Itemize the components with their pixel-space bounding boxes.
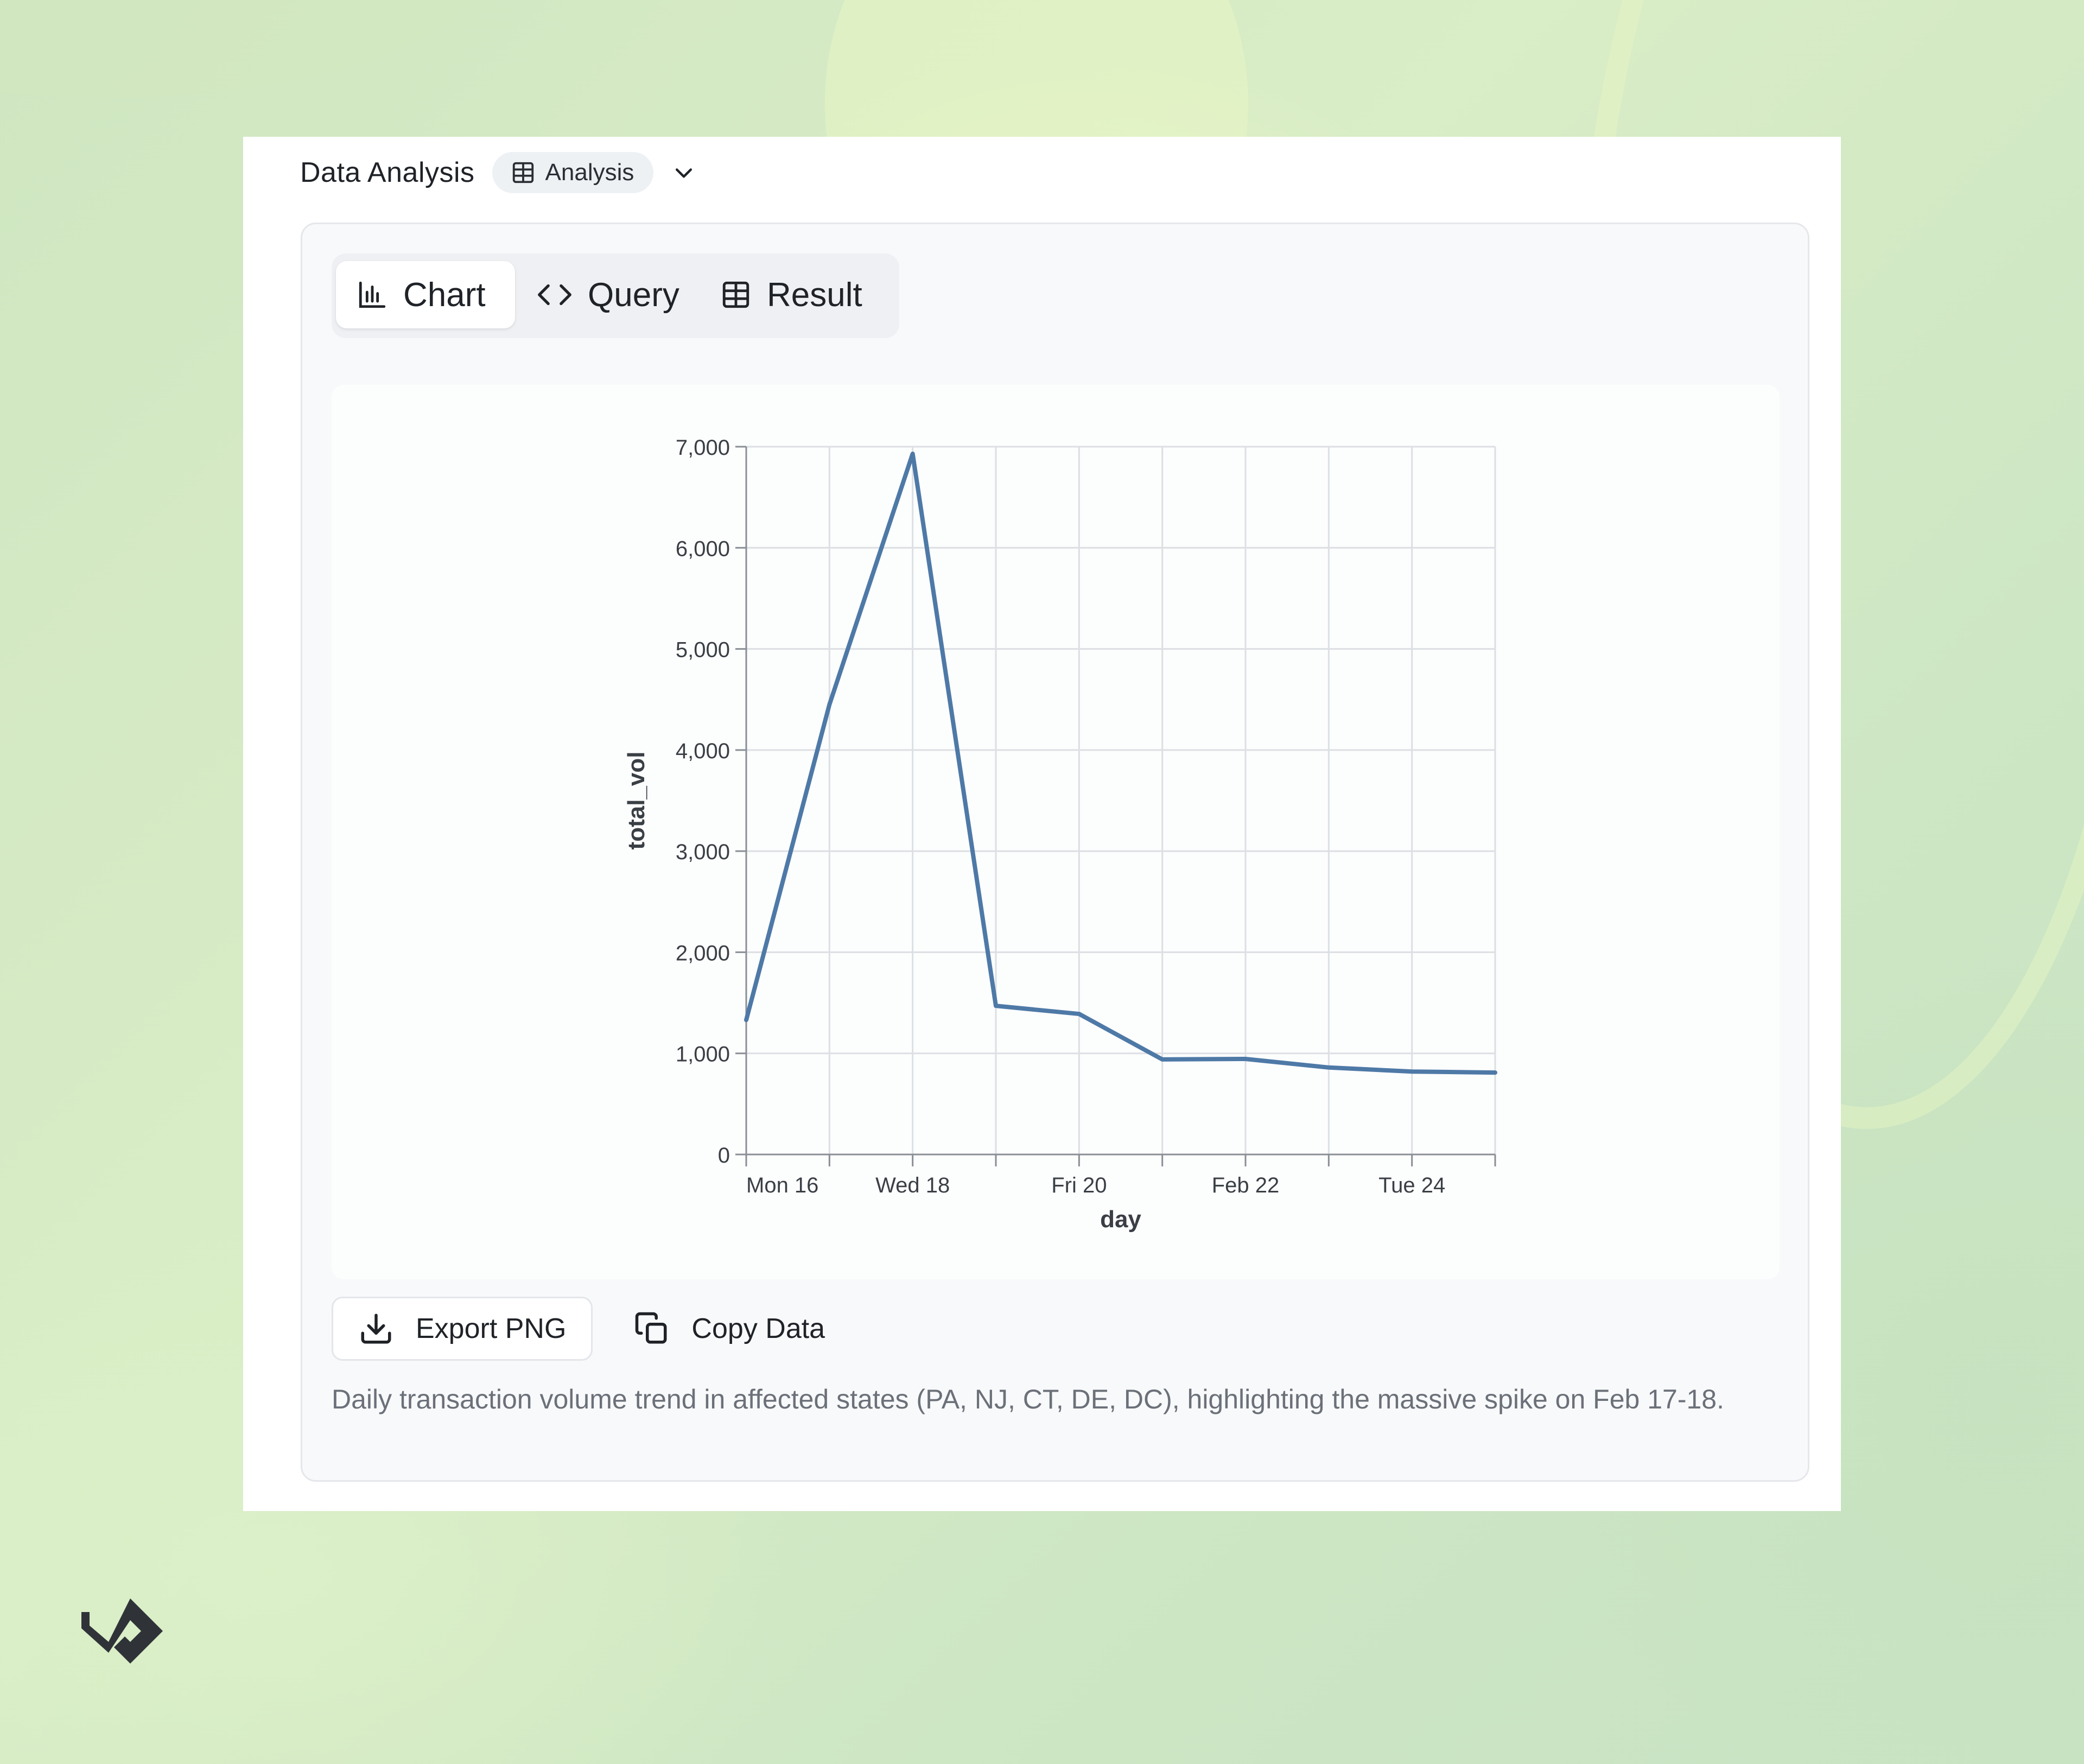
x-tick-label: Feb 22 [1212, 1173, 1280, 1197]
chart-panel: 0 1,000 2,000 3,000 4,000 5,000 6,000 7,000 Mon … [332, 385, 1780, 1279]
export-png-label: Export PNG [416, 1313, 567, 1344]
brand-logo [76, 1596, 174, 1669]
x-tick-label: Wed 18 [875, 1173, 950, 1197]
tab-result-label: Result [767, 276, 862, 314]
analysis-badge-label: Analysis [545, 159, 634, 186]
table-icon [722, 281, 749, 308]
view-tabs: Chart Query Result [332, 253, 899, 338]
y-tick-label: 0 [718, 1144, 730, 1167]
x-axis-title: day [1100, 1206, 1141, 1233]
y-tick-label: 3,000 [676, 840, 730, 864]
y-tick-label: 6,000 [676, 537, 730, 561]
tab-chart[interactable]: Chart [336, 261, 515, 328]
header: Data Analysis Analysis [300, 152, 696, 193]
logo-icon [81, 1598, 163, 1664]
chart-caption: Daily transaction volume trend in affect… [332, 1384, 1724, 1414]
analysis-badge[interactable]: Analysis [492, 152, 654, 193]
y-axis-title: total_vol [623, 752, 650, 850]
bar-chart-icon [359, 281, 386, 308]
tab-query[interactable]: Query [537, 261, 679, 328]
analysis-window: Data Analysis Analysis Chart Query Resul… [243, 137, 1841, 1511]
x-tick-label: Tue 24 [1378, 1173, 1445, 1197]
table-icon [512, 162, 533, 183]
tab-query-label: Query [588, 276, 679, 314]
tab-result[interactable]: Result [720, 261, 862, 328]
series-line [744, 452, 1497, 1075]
x-tick-label: Fri 20 [1051, 1173, 1107, 1197]
action-bar: Export PNG Copy Data [332, 1297, 825, 1361]
copy-data-label: Copy Data [691, 1313, 825, 1344]
code-icon [538, 284, 571, 306]
y-tick-label: 2,000 [676, 941, 730, 965]
y-tick-label: 1,000 [676, 1043, 730, 1067]
y-tick-label: 7,000 [676, 436, 730, 460]
page-title: Data Analysis [300, 157, 475, 188]
copy-icon [636, 1312, 667, 1344]
line-chart: 0 1,000 2,000 3,000 4,000 5,000 6,000 7,000 Mon … [623, 436, 1497, 1233]
chevron-down-icon[interactable] [672, 161, 696, 185]
export-png-button[interactable]: Export PNG [332, 1297, 593, 1361]
download-icon [361, 1314, 391, 1344]
tab-chart-label: Chart [403, 276, 486, 314]
x-tick-label: Mon 16 [746, 1173, 818, 1197]
copy-data-button[interactable]: Copy Data [634, 1297, 825, 1361]
analysis-card: Chart Query Result 0 1,000 2,000 3,000 4… [301, 223, 1809, 1482]
y-tick-label: 5,000 [676, 638, 730, 662]
y-tick-label: 4,000 [676, 739, 730, 763]
background-curve [0, 0, 488, 98]
